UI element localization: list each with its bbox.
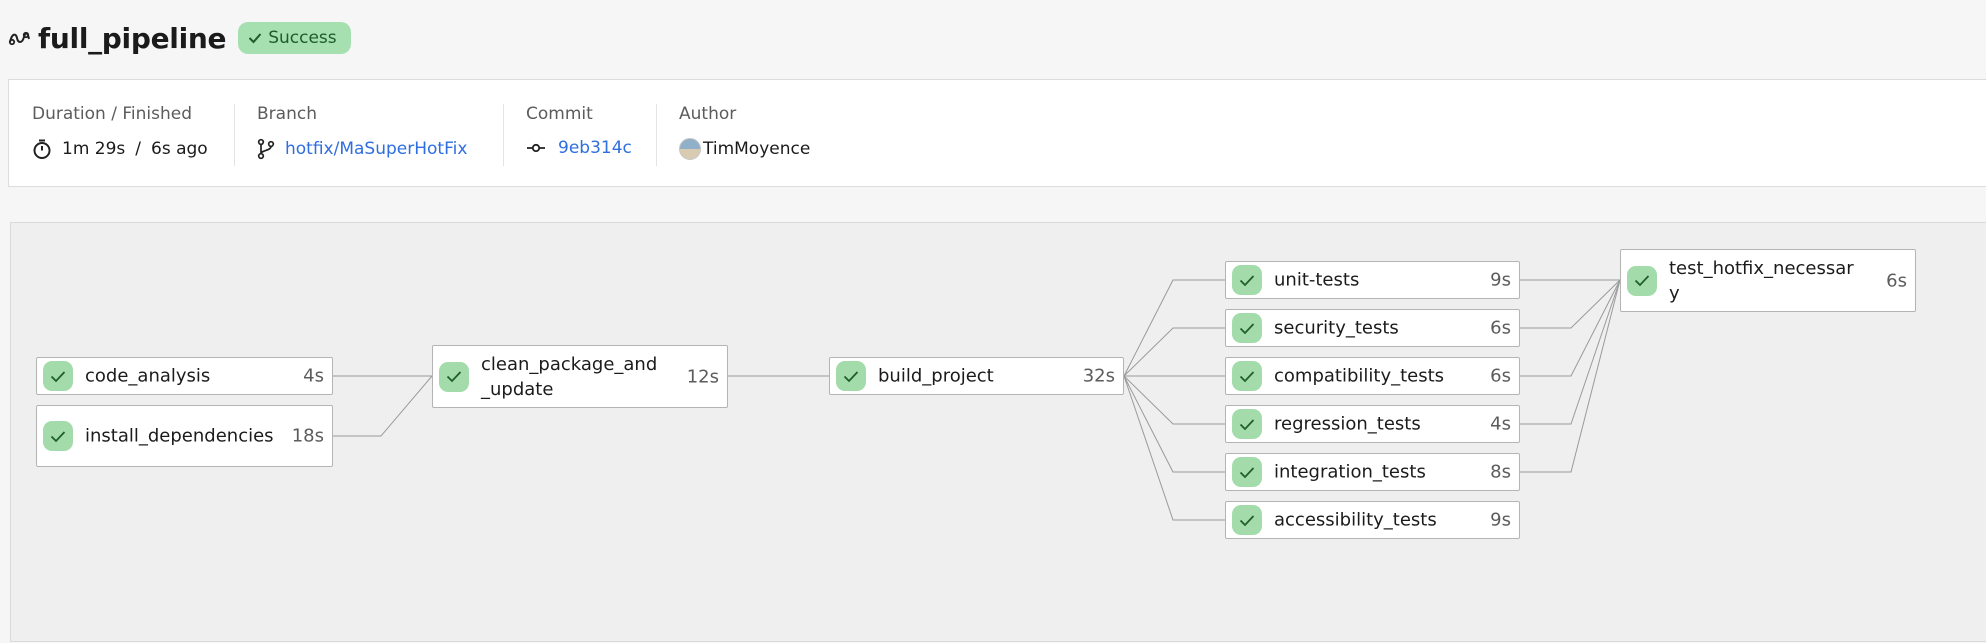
- success-icon: [1232, 361, 1262, 391]
- commit-label: Commit: [526, 104, 593, 124]
- finished-text: 6s ago: [151, 139, 208, 159]
- duration-label: Duration / Finished: [32, 104, 193, 124]
- edge: [1123, 375, 1225, 425]
- author-section: Author TimMoyence: [679, 104, 810, 166]
- branch-value: hotfix/MaSuperHotFix: [257, 138, 467, 160]
- author-value: TimMoyence: [679, 138, 810, 160]
- job-duration: 4s: [1490, 413, 1511, 435]
- status-badge: Success: [238, 22, 351, 54]
- job-name: integration_tests: [1274, 461, 1426, 483]
- divider: [503, 104, 504, 166]
- job-duration: 8s: [1490, 461, 1511, 483]
- git-commit-icon: [527, 143, 545, 153]
- author-name: TimMoyence: [703, 139, 811, 159]
- success-icon: [1232, 457, 1262, 487]
- job-name: install_dependencies: [85, 425, 274, 447]
- duration-text: 1m 29s: [62, 139, 126, 159]
- job-duration: 18s: [291, 425, 324, 447]
- pipeline-header: full_pipeline Success: [8, 20, 351, 56]
- job-duration: 6s: [1490, 365, 1511, 387]
- job-node-code-analysis[interactable]: code_analysis 4s: [36, 357, 333, 395]
- pipeline-graph: code_analysis 4s install_dependencies 18…: [10, 222, 1986, 642]
- job-node-test-hotfix-necessary[interactable]: test_hotfix_necessary 6s: [1620, 249, 1916, 312]
- job-name: accessibility_tests: [1274, 509, 1437, 531]
- edge: [1123, 327, 1225, 377]
- author-label: Author: [679, 104, 737, 124]
- job-node-compatibility-tests[interactable]: compatibility_tests 6s: [1225, 357, 1520, 395]
- success-icon: [1232, 409, 1262, 439]
- job-name: test_hotfix_necessary: [1669, 257, 1854, 304]
- job-duration: 6s: [1886, 270, 1907, 291]
- job-node-install-dependencies[interactable]: install_dependencies 18s: [36, 405, 333, 467]
- duration-value: 1m 29s / 6s ago: [32, 138, 208, 160]
- success-icon: [439, 361, 469, 392]
- edge: [333, 375, 433, 437]
- job-node-clean-package-and-update[interactable]: clean_package_and_update 12s: [432, 345, 728, 408]
- job-duration: 9s: [1490, 509, 1511, 531]
- job-node-unit-tests[interactable]: unit-tests 9s: [1225, 261, 1520, 299]
- job-name: code_analysis: [85, 365, 211, 387]
- pipeline-info-panel: Duration / Finished 1m 29s / 6s ago Bran…: [8, 79, 1986, 187]
- commit-value: 9eb314c: [526, 138, 632, 158]
- job-duration: 32s: [1082, 365, 1115, 387]
- pipeline-title: full_pipeline: [38, 21, 227, 55]
- job-duration: 6s: [1490, 317, 1511, 339]
- check-icon: [249, 33, 262, 44]
- job-node-integration-tests[interactable]: integration_tests 8s: [1225, 453, 1520, 491]
- job-name: build_project: [878, 365, 994, 387]
- job-name: security_tests: [1274, 317, 1399, 339]
- job-node-build-project[interactable]: build_project 32s: [829, 357, 1124, 395]
- job-duration: 4s: [303, 365, 324, 387]
- commit-link[interactable]: 9eb314c: [558, 138, 632, 158]
- commit-section: Commit 9eb314c: [526, 104, 632, 166]
- branch-section: Branch hotfix/MaSuperHotFix: [257, 104, 467, 166]
- job-node-security-tests[interactable]: security_tests 6s: [1225, 309, 1520, 347]
- git-branch-icon: [257, 138, 275, 160]
- job-name: compatibility_tests: [1274, 365, 1445, 387]
- divider: [656, 104, 657, 166]
- success-icon: [1627, 265, 1657, 296]
- success-icon: [43, 361, 73, 391]
- duration-separator: /: [135, 139, 142, 159]
- author-avatar: [679, 138, 701, 160]
- success-icon: [1232, 265, 1262, 295]
- branch-label: Branch: [257, 104, 317, 124]
- edge: [1123, 375, 1225, 521]
- job-node-accessibility-tests[interactable]: accessibility_tests 9s: [1225, 501, 1520, 539]
- pipeline-icon: [8, 27, 30, 49]
- success-icon: [43, 421, 73, 451]
- job-node-regression-tests[interactable]: regression_tests 4s: [1225, 405, 1520, 443]
- duration-section: Duration / Finished 1m 29s / 6s ago: [32, 104, 208, 166]
- job-name: unit-tests: [1274, 269, 1360, 291]
- status-label: Success: [268, 28, 337, 48]
- timer-icon: [33, 139, 51, 159]
- branch-link[interactable]: hotfix/MaSuperHotFix: [285, 139, 467, 159]
- success-icon: [836, 361, 866, 391]
- edge: [1520, 279, 1621, 329]
- divider: [234, 104, 235, 166]
- job-name: regression_tests: [1274, 413, 1421, 435]
- job-duration: 12s: [686, 366, 719, 387]
- edge: [1520, 279, 1621, 425]
- success-icon: [1232, 313, 1262, 343]
- job-duration: 9s: [1490, 269, 1511, 291]
- success-icon: [1232, 505, 1262, 535]
- job-name: clean_package_and_update: [481, 353, 658, 400]
